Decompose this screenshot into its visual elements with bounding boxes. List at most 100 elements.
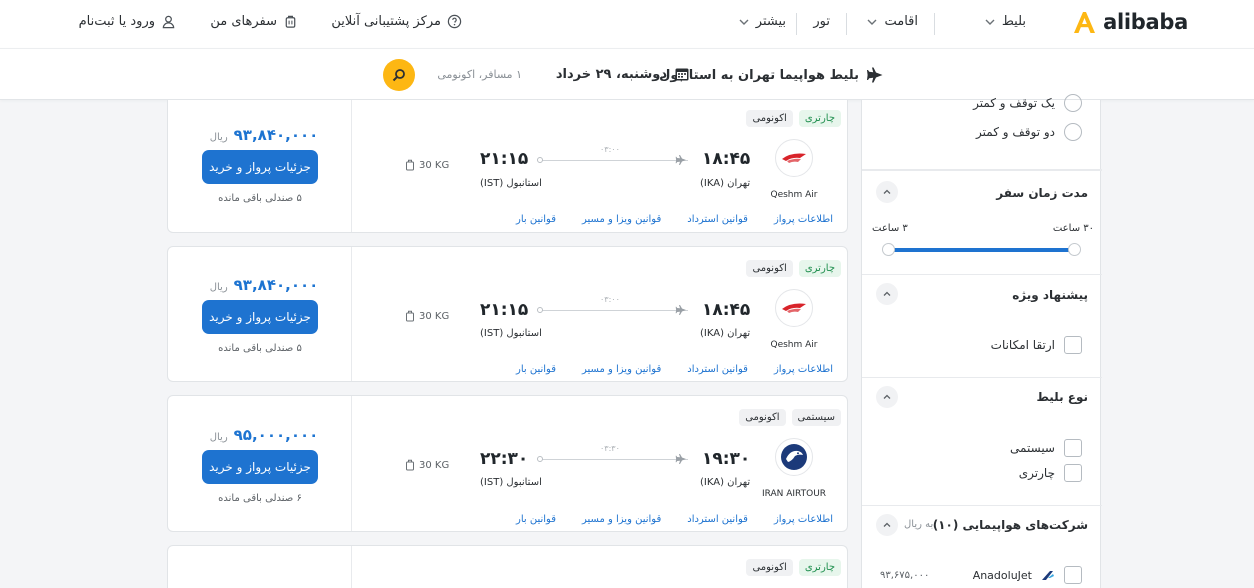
flight-result-card[interactable]: چارتری اکونومی Qeshm Air ۱۸:۴۵ تهران (IK… xyxy=(167,246,848,382)
two-stop-option[interactable]: دو توقف و کمتر xyxy=(976,123,1082,141)
visa-rules-link[interactable]: قوانین ویزا و مسیر xyxy=(582,514,661,525)
upgrade-option[interactable]: ارتقا امکانات xyxy=(991,336,1082,354)
nav-ticket[interactable]: بلیط xyxy=(984,14,1026,29)
chevron-down-icon xyxy=(739,19,749,25)
flight-tags: چارتری اکونومی xyxy=(746,110,841,127)
checkbox[interactable] xyxy=(1064,439,1082,457)
my-trips-link[interactable]: سفرهای من xyxy=(210,14,298,29)
arrival-place: استانبول (IST) xyxy=(480,477,542,488)
card-divider xyxy=(351,100,352,232)
buy-button[interactable]: جزئیات پرواز و خرید xyxy=(202,300,318,334)
search-summary-bar[interactable]: بلیط هواپیما تهران به استانبول دوشنبه، ۲… xyxy=(0,48,1254,100)
arrival-place: استانبول (IST) xyxy=(480,328,542,339)
flight-result-card[interactable]: چارتری اکونومی Qeshm Air ۱۸:۴۵ تهران (IK… xyxy=(167,100,848,233)
visa-rules-link[interactable]: قوانین ویزا و مسیر xyxy=(582,364,661,375)
baggage-label: 30 KG xyxy=(419,159,450,171)
checkbox[interactable] xyxy=(1064,464,1082,482)
systemic-tag: سیستمی xyxy=(791,409,841,426)
seats-remaining: ۶ صندلی باقی مانده xyxy=(218,493,302,504)
systemic-option[interactable]: سیستمی xyxy=(1010,439,1082,457)
airlines-currency-unit: به ریال xyxy=(904,519,934,530)
checkbox[interactable] xyxy=(1064,566,1082,584)
departure-time: ۱۸:۴۵ xyxy=(702,149,751,169)
price-line: ۹۳,۸۴۰,۰۰۰ ریال xyxy=(204,126,324,144)
anadolujet-label: AnadoluJet xyxy=(972,568,1032,582)
nav-tour[interactable]: تور xyxy=(813,14,830,29)
radio-button[interactable] xyxy=(1064,123,1082,141)
nav-stay-label: اقامت xyxy=(884,14,918,29)
collapse-toggle[interactable] xyxy=(876,181,898,203)
duration-filter: مدت زمان سفر ۳۰ ساعت ۳ ساعت xyxy=(862,170,1102,275)
baggage-rules-link[interactable]: قوانین بار xyxy=(516,214,556,225)
airlines-title: شرکت‌های هواپیمایی (۱۰) xyxy=(932,518,1088,532)
airline-name: Qeshm Air xyxy=(770,340,818,350)
buy-button[interactable]: جزئیات پرواز و خرید xyxy=(202,450,318,484)
radio-button[interactable] xyxy=(1064,94,1082,112)
nav-ticket-label: بلیط xyxy=(1001,14,1026,29)
duration-slider-track[interactable] xyxy=(890,248,1074,252)
flight-price: ۹۳,۸۴۰,۰۰۰ xyxy=(233,126,319,144)
one-stop-option[interactable]: یک توقف و کمتر xyxy=(973,94,1082,112)
nav-tour-label: تور xyxy=(813,14,830,29)
calendar-icon xyxy=(675,68,689,81)
one-stop-label: یک توقف و کمتر xyxy=(973,96,1055,110)
passenger-summary: ۱ مسافر، اکونومی xyxy=(437,68,522,81)
seats-remaining: ۵ صندلی باقی مانده xyxy=(218,193,302,204)
alibaba-logo[interactable]: alibaba xyxy=(1071,9,1188,35)
nav-stay[interactable]: اقامت xyxy=(866,14,918,29)
collapse-toggle[interactable] xyxy=(876,283,898,305)
flight-info-link[interactable]: اطلاعات پرواز xyxy=(774,364,833,375)
departure-time: ۱۹:۳۰ xyxy=(702,449,751,469)
flight-tags: سیستمی اکونومی xyxy=(739,409,841,426)
refund-rules-link[interactable]: قوانین استرداد xyxy=(687,364,748,375)
route-line xyxy=(540,310,688,311)
baggage-rules-link[interactable]: قوانین بار xyxy=(516,364,556,375)
plane-icon xyxy=(675,155,686,165)
economy-tag: اکونومی xyxy=(739,409,786,426)
plane-icon xyxy=(675,305,686,315)
baggage-label: 30 KG xyxy=(419,459,450,471)
departure-place: تهران (IKA) xyxy=(700,477,751,488)
currency-label: ریال xyxy=(209,132,228,143)
currency-label: ریال xyxy=(209,432,228,443)
date-summary: دوشنبه، ۲۹ خرداد xyxy=(556,66,690,82)
refund-rules-link[interactable]: قوانین استرداد xyxy=(687,514,748,525)
economy-tag: اکونومی xyxy=(746,110,793,127)
iran-airtour-logo-icon xyxy=(781,444,807,470)
checkbox[interactable] xyxy=(1064,336,1082,354)
nav-more-label: بیشتر xyxy=(755,14,786,29)
search-button[interactable] xyxy=(383,59,415,91)
chevron-down-icon xyxy=(867,19,877,25)
flight-result-card[interactable]: چارتری اکونومی xyxy=(167,545,848,588)
collapse-toggle[interactable] xyxy=(876,514,898,536)
charter-option[interactable]: چارتری xyxy=(1019,464,1082,482)
nav-divider xyxy=(934,13,935,35)
flight-info-link[interactable]: اطلاعات پرواز xyxy=(774,514,833,525)
duration-slider-max-knob[interactable] xyxy=(1068,243,1081,256)
baggage-rules-link[interactable]: قوانین بار xyxy=(516,514,556,525)
duration-slider-min-knob[interactable] xyxy=(882,243,895,256)
qeshm-air-logo xyxy=(775,289,813,327)
currency-label: ریال xyxy=(209,282,228,293)
ticket-type-filter: نوع بلیط سیستمی چارتری xyxy=(862,378,1102,506)
visa-rules-link[interactable]: قوانین ویزا و مسیر xyxy=(582,214,661,225)
flight-links: اطلاعات پرواز قوانین استرداد قوانین ویزا… xyxy=(516,364,833,375)
collapse-toggle[interactable] xyxy=(876,386,898,408)
support-link[interactable]: مرکز پشتیبانی آنلاین xyxy=(331,14,462,29)
baggage-allowance: 30 KG xyxy=(405,459,449,471)
flight-price: ۹۳,۸۴۰,۰۰۰ xyxy=(233,276,319,294)
nav-more[interactable]: بیشتر xyxy=(738,14,786,29)
buy-button[interactable]: جزئیات پرواز و خرید xyxy=(202,150,318,184)
anadolujet-option[interactable]: AnadoluJet xyxy=(973,566,1082,584)
refund-rules-link[interactable]: قوانین استرداد xyxy=(687,214,748,225)
flight-info-link[interactable]: اطلاعات پرواز xyxy=(774,214,833,225)
arrival-time: ۲۱:۱۵ xyxy=(480,300,529,320)
flight-result-card[interactable]: سیستمی اکونومی IRAN AIRTOUR ۱۹:۳۰ تهران … xyxy=(167,395,848,532)
systemic-label: سیستمی xyxy=(1010,441,1055,455)
qeshm-air-logo-icon xyxy=(782,303,806,313)
date-summary-text: دوشنبه، ۲۹ خرداد xyxy=(555,66,667,82)
upgrade-label: ارتقا امکانات xyxy=(990,338,1055,352)
qeshm-air-logo xyxy=(775,139,813,177)
card-divider xyxy=(351,247,352,381)
login-link[interactable]: ورود یا ثبت‌نام xyxy=(79,14,176,29)
